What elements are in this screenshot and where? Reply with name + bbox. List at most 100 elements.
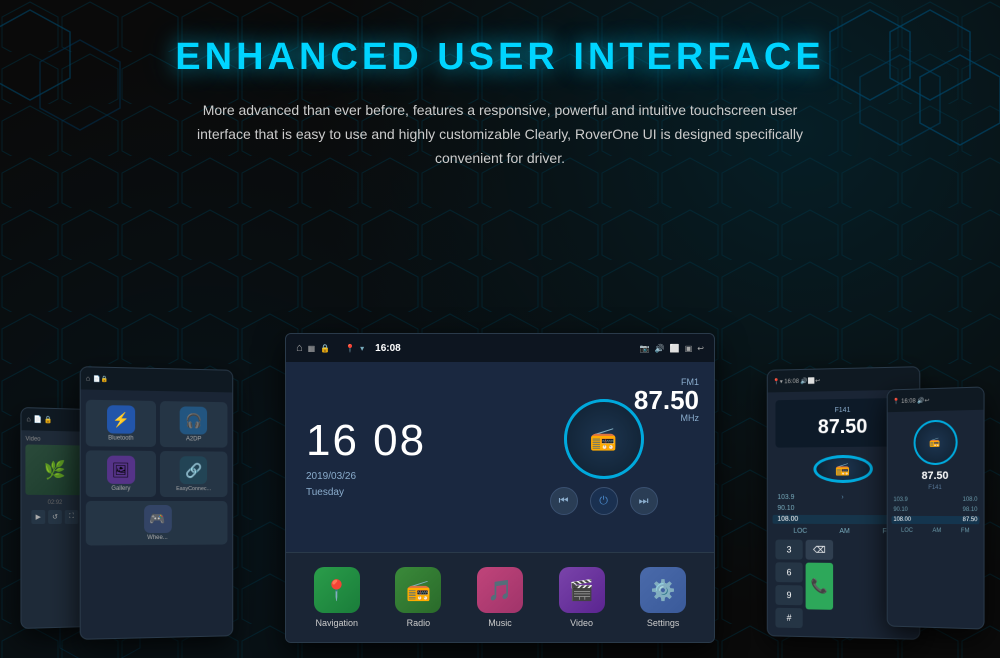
navigation-icon: 📍 xyxy=(324,578,349,603)
far-right-freq-2: 90.1098.10 xyxy=(891,506,979,514)
center-home-icon: ⌂ xyxy=(296,342,303,354)
center-screen-icon: ⬜ xyxy=(670,344,680,353)
radio-dial[interactable]: 📻 xyxy=(564,399,644,479)
gallery-icon-box: 🖼 xyxy=(107,456,135,484)
gallery-label: Gallery xyxy=(111,486,130,492)
far-left-controls: ▶ ↺ ⛶ xyxy=(25,510,84,524)
wheel-icon: 🎮 xyxy=(149,511,165,527)
screen-far-left: ⌂ 📄 🔒 Video 🌿 02:92 ▶ ↺ ⛶ xyxy=(20,407,88,629)
right-fm-band: F141 xyxy=(783,406,903,415)
prev-track-btn[interactable]: ⏮ xyxy=(550,487,578,515)
left-screen-body: ⚡ Bluetooth 🎧 A2DP 🖼 xyxy=(81,389,233,550)
easyconnect-label: EasyConnec... xyxy=(176,486,211,492)
left-app-wheel[interactable]: 🎮 Whee... xyxy=(86,501,228,546)
radio-app-icon: 📻 xyxy=(406,578,431,603)
video-label: Video xyxy=(570,618,593,628)
keypad-6[interactable]: 6 xyxy=(775,562,802,582)
app-settings[interactable]: ⚙️ Settings xyxy=(640,567,686,628)
am-label: AM xyxy=(839,528,849,535)
keypad-backspace[interactable]: ⌫ xyxy=(806,540,834,560)
far-right-dial[interactable]: 📻 xyxy=(913,419,957,465)
far-left-body: Video 🌿 02:92 ▶ ↺ ⛶ xyxy=(21,430,88,528)
keypad-numbers: 3 6 9 # xyxy=(775,540,802,629)
right-header-icons: 📍▾ 16:08 🔊⬜↩ xyxy=(773,377,821,385)
screen-left: ⌂ 📄🔒 ⚡ Bluetooth 🎧 xyxy=(80,366,234,640)
call-button[interactable]: 📞 xyxy=(806,563,834,610)
far-right-frequency: 87.50 xyxy=(891,470,979,483)
far-right-freq-1: 103.9108.0 xyxy=(891,496,979,504)
right-frequency: 87.50 xyxy=(783,415,903,440)
day-display: Tuesday xyxy=(306,487,473,498)
center-lock-icon: 🔒 xyxy=(320,344,330,353)
a2dp-label: A2DP xyxy=(186,436,201,442)
app-navigation[interactable]: 📍 Navigation xyxy=(314,567,360,628)
time-section: 16 08 2019/03/26 Tuesday xyxy=(286,362,493,552)
video-thumbnail: 🌿 xyxy=(25,444,84,495)
navigation-label: Navigation xyxy=(316,618,359,628)
settings-icon-box: ⚙️ xyxy=(640,567,686,613)
a2dp-icon-box: 🎧 xyxy=(180,406,207,434)
right-radio-dial[interactable]: 📻 xyxy=(813,455,872,483)
screens-container: ⌂ 📄 🔒 Video 🌿 02:92 ▶ ↺ ⛶ ⌂ 📄🔒 xyxy=(0,318,1000,658)
date-display: 2019/03/26 xyxy=(306,471,473,482)
left-app-bluetooth[interactable]: ⚡ Bluetooth xyxy=(86,400,156,447)
center-time: 16:08 xyxy=(375,343,401,354)
bluetooth-icon: ⚡ xyxy=(112,411,129,428)
center-location-icon: 📍 xyxy=(345,344,355,353)
left-app-easyconnect[interactable]: 🔗 EasyConnec... xyxy=(159,451,227,497)
page-title: ENHANCED USER INTERFACE xyxy=(175,36,824,79)
radio-label: Radio xyxy=(407,618,431,628)
radio-dial-icon: 📻 xyxy=(590,426,617,452)
big-clock: 16 08 xyxy=(306,416,473,466)
radio-section: FM1 87.50 MHz 📻 ⏮ ⏻ ⏭ xyxy=(493,362,714,552)
freq-val-1a: 103.9 xyxy=(777,494,794,501)
far-left-header: ⌂ 📄 🔒 xyxy=(21,408,88,432)
power-btn[interactable]: ⏻ xyxy=(590,487,618,515)
center-status-right: 📷 🔊 ⬜ ▣ ↩ xyxy=(640,344,704,353)
home-icon-far-left: ⌂ xyxy=(26,416,30,423)
video-time: 02:92 xyxy=(25,500,84,506)
keypad-9[interactable]: 9 xyxy=(775,585,802,605)
far-left-status: 📄 🔒 xyxy=(34,415,53,424)
app-radio[interactable]: 📻 Radio xyxy=(395,567,441,628)
center-back-icon: ↩ xyxy=(697,344,704,353)
screen-center-main: ⌂ ▦ 🔒 📍 ▾ 16:08 📷 🔊 ⬜ ▣ ↩ 16 08 xyxy=(285,333,715,643)
play-btn-mini[interactable]: ▶ xyxy=(31,510,45,524)
settings-icon: ⚙️ xyxy=(651,578,676,603)
keypad-3[interactable]: 3 xyxy=(775,540,802,560)
fullscreen-btn-mini[interactable]: ⛶ xyxy=(65,510,79,524)
loc-label: LOC xyxy=(793,528,807,535)
gallery-icon: 🖼 xyxy=(112,461,130,478)
wheel-label: Whee... xyxy=(147,535,167,541)
app-music[interactable]: 🎵 Music xyxy=(477,567,523,628)
bluetooth-label: Bluetooth xyxy=(108,435,133,441)
radio-icon-box: 📻 xyxy=(395,567,441,613)
home-icon-left: ⌂ xyxy=(86,375,90,382)
far-right-band-label: F141 xyxy=(891,485,979,491)
navigation-icon-box: 📍 xyxy=(314,567,360,613)
easyconnect-icon-box: 🔗 xyxy=(180,456,207,484)
wheel-icon-box: 🎮 xyxy=(144,505,172,533)
center-main-body: 16 08 2019/03/26 Tuesday FM1 87.50 MHz 📻 xyxy=(286,362,714,552)
far-right-fm: FM xyxy=(961,528,970,534)
rewind-btn-mini[interactable]: ↺ xyxy=(48,510,62,524)
app-video[interactable]: 🎬 Video xyxy=(559,567,605,628)
fm-frequency: 87.50 xyxy=(634,387,699,413)
far-right-freq-list: 103.9108.0 90.1098.10 108.0087.50 xyxy=(891,496,979,524)
keypad-hash[interactable]: # xyxy=(775,608,802,628)
arrow-right: › xyxy=(841,494,843,501)
left-app-a2dp[interactable]: 🎧 A2DP xyxy=(159,401,227,448)
center-app-bar: 📍 Navigation 📻 Radio 🎵 Music xyxy=(286,552,714,642)
music-icon-box: 🎵 xyxy=(477,567,523,613)
next-track-btn[interactable]: ⏭ xyxy=(630,487,658,515)
bluetooth-icon-box: ⚡ xyxy=(107,405,135,434)
video-icon: 🎬 xyxy=(569,578,594,603)
music-label: Music xyxy=(488,618,512,628)
far-right-body: 📻 87.50 F141 103.9108.0 90.1098.10 108.0… xyxy=(888,410,984,539)
far-right-freq-3: 108.0087.50 xyxy=(891,516,979,524)
settings-label: Settings xyxy=(647,618,680,628)
video-icon-box: 🎬 xyxy=(559,567,605,613)
radio-controls: ⏮ ⏻ ⏭ xyxy=(550,487,658,515)
center-signal-icon: ▾ xyxy=(360,344,364,353)
left-app-gallery[interactable]: 🖼 Gallery xyxy=(86,450,156,497)
